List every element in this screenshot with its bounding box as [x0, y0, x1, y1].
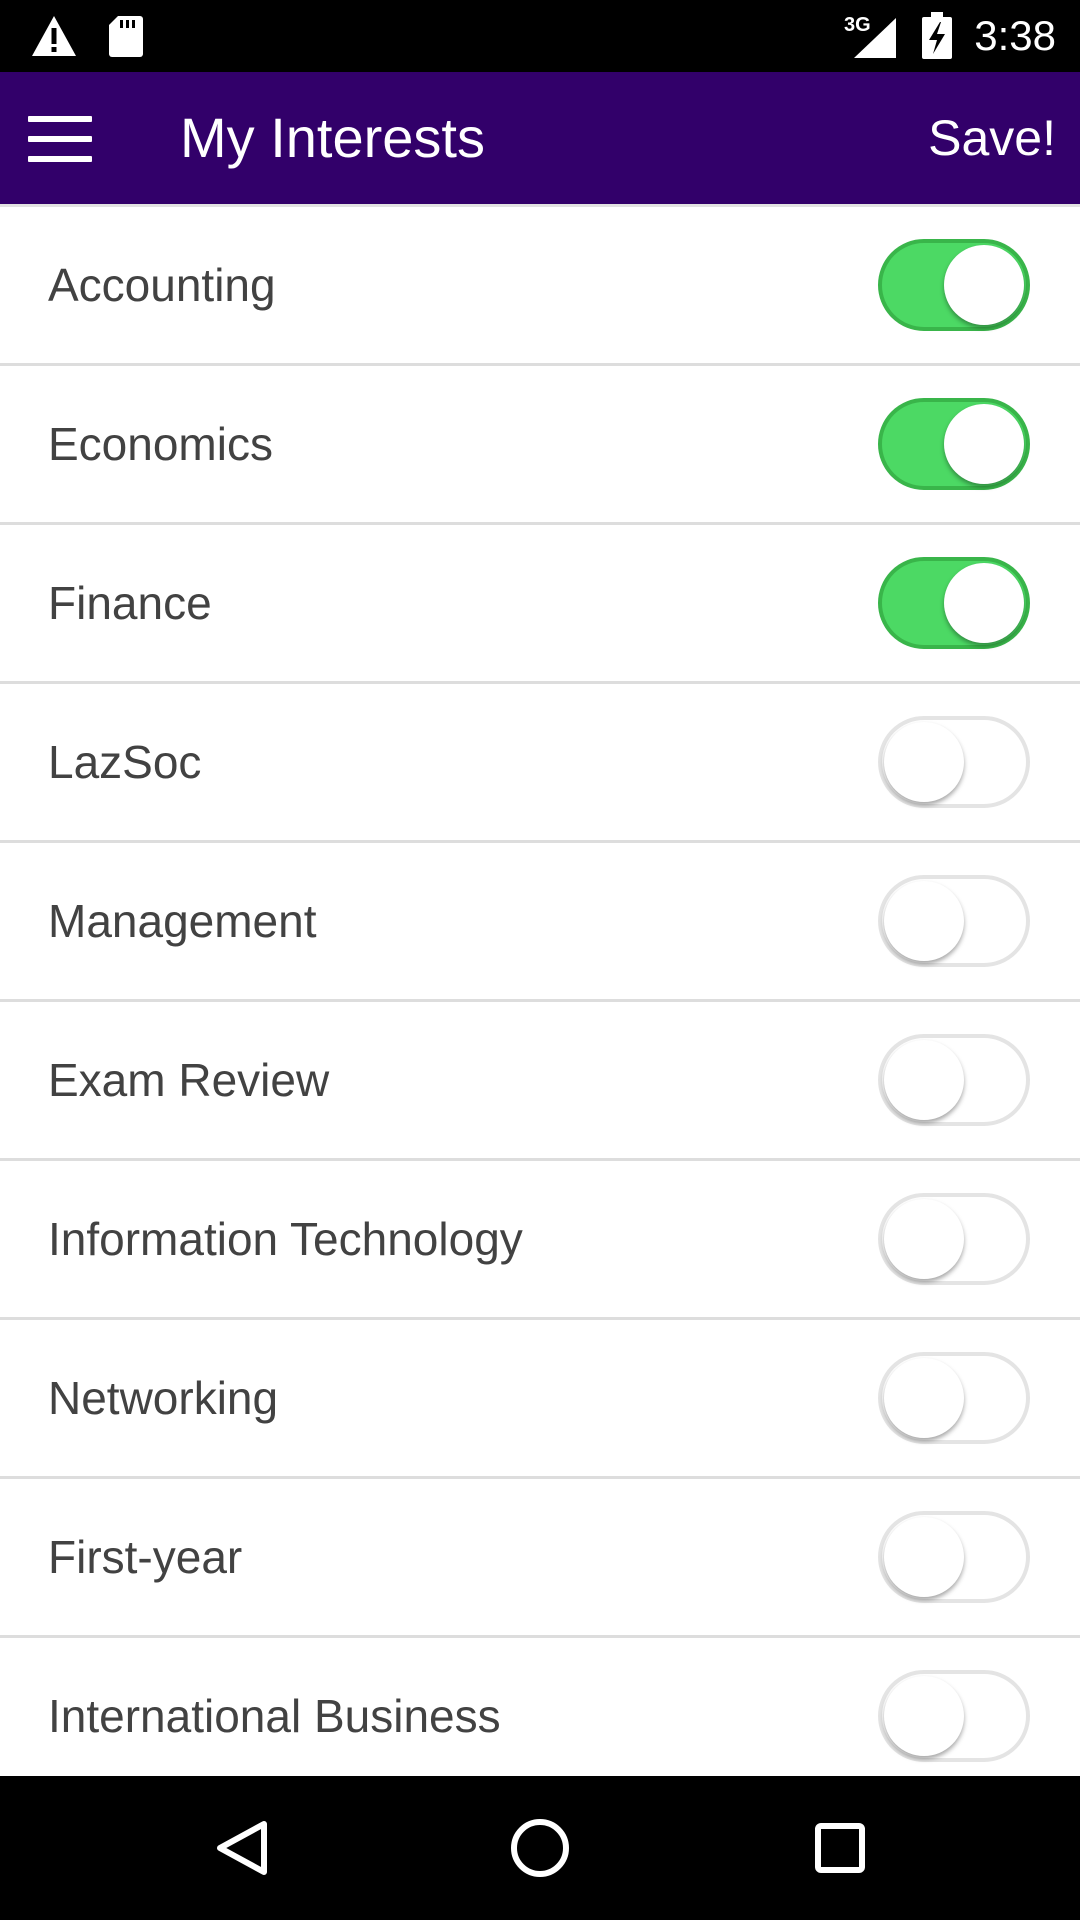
- interest-label: International Business: [48, 1690, 501, 1742]
- toggle-knob: [884, 722, 964, 802]
- toggle-knob: [884, 881, 964, 961]
- recents-icon[interactable]: [804, 1812, 876, 1884]
- interest-label: First-year: [48, 1531, 243, 1583]
- sd-card-icon: [109, 16, 143, 57]
- interest-label: LazSoc: [48, 736, 202, 788]
- clock: 3:38: [974, 12, 1056, 59]
- interest-toggle-accounting[interactable]: [878, 239, 1030, 331]
- interest-toggle-information-technology[interactable]: [878, 1193, 1030, 1285]
- interest-row-exam-review: Exam Review: [0, 1002, 1080, 1161]
- interest-row-international-business: International Business: [0, 1638, 1080, 1797]
- navigation-bar: [0, 1776, 1080, 1920]
- toggle-knob: [944, 563, 1024, 643]
- interest-label: Management: [48, 895, 317, 947]
- interest-toggle-economics[interactable]: [878, 398, 1030, 490]
- warning-icon: [32, 16, 76, 56]
- interest-label: Information Technology: [48, 1213, 523, 1265]
- toggle-knob: [884, 1517, 964, 1597]
- toggle-knob: [944, 245, 1024, 325]
- interest-row-management: Management: [0, 843, 1080, 1002]
- interest-row-networking: Networking: [0, 1320, 1080, 1479]
- page-title: My Interests: [180, 106, 485, 169]
- hamburger-menu-icon[interactable]: [28, 116, 92, 162]
- interest-toggle-lazsoc[interactable]: [878, 716, 1030, 808]
- home-icon[interactable]: [504, 1812, 576, 1884]
- interests-list: Accounting Economics Finance LazSoc Mana…: [0, 204, 1080, 1797]
- app-bar: My Interests Save!: [0, 72, 1080, 204]
- interest-label: Accounting: [48, 259, 276, 311]
- toggle-knob: [944, 404, 1024, 484]
- signal-icon: [854, 18, 896, 58]
- interest-row-first-year: First-year: [0, 1479, 1080, 1638]
- interest-row-lazsoc: LazSoc: [0, 684, 1080, 843]
- interest-toggle-management[interactable]: [878, 875, 1030, 967]
- save-button[interactable]: Save!: [928, 106, 1056, 170]
- interest-row-accounting: Accounting: [0, 207, 1080, 366]
- interest-row-information-technology: Information Technology: [0, 1161, 1080, 1320]
- interest-toggle-international-business[interactable]: [878, 1670, 1030, 1762]
- interest-row-economics: Economics: [0, 366, 1080, 525]
- interest-toggle-finance[interactable]: [878, 557, 1030, 649]
- interest-label: Economics: [48, 418, 273, 470]
- interest-row-finance: Finance: [0, 525, 1080, 684]
- interest-label: Networking: [48, 1372, 279, 1424]
- interest-label: Exam Review: [48, 1054, 330, 1106]
- toggle-knob: [884, 1676, 964, 1756]
- back-icon[interactable]: [206, 1812, 278, 1884]
- battery-charging-icon: [922, 12, 952, 59]
- toggle-knob: [884, 1199, 964, 1279]
- status-bar: 3G 3:38: [0, 0, 1080, 72]
- toggle-knob: [884, 1040, 964, 1120]
- interest-toggle-exam-review[interactable]: [878, 1034, 1030, 1126]
- toggle-knob: [884, 1358, 964, 1438]
- interest-label: Finance: [48, 577, 212, 629]
- interest-toggle-networking[interactable]: [878, 1352, 1030, 1444]
- interest-toggle-first-year[interactable]: [878, 1511, 1030, 1603]
